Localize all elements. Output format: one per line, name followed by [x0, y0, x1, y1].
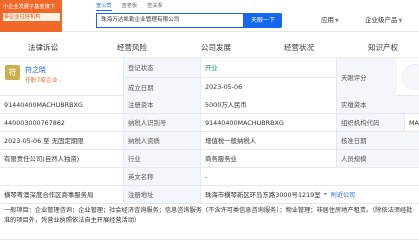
divider — [336, 58, 337, 95]
table-row: 英文名称 - — [0, 168, 419, 186]
table-row: 符 符之晓 任职7家企业 › 登记状态 开业 天眼评分 成立日期 2023-05… — [0, 58, 419, 96]
divider — [123, 186, 124, 203]
legal-rep-companies-link[interactable]: 任职7家企业 › — [25, 75, 61, 84]
nav-enterprise-products[interactable]: 企业级产品▼ — [365, 13, 402, 29]
established-value: 2023-05-06 — [201, 77, 336, 96]
divider — [200, 114, 201, 131]
table-row: 440003000767862 纳税人识别号 91440400MACHUBRBX… — [0, 114, 419, 132]
chevron-down-icon: ▼ — [398, 18, 403, 24]
business-scope-value: 一般项目：企业管理咨询；企业管理；社会经济咨询服务；信息咨询服务（不含许可类信息… — [4, 207, 413, 224]
chevron-right-icon: › — [57, 78, 62, 84]
approve-date-label: 核准日期 — [337, 132, 419, 149]
tab-risk[interactable]: 经营风险 — [117, 38, 147, 58]
divider — [123, 114, 124, 131]
promo-banner[interactable]: 小企业发展子基金旗下 事企业征信机构 — [0, 0, 62, 32]
search-tab-relation[interactable]: 查关系 — [147, 2, 163, 11]
legal-rep-companies-text: 任职7家企业 — [25, 78, 58, 84]
location-pin-icon[interactable]: ⌖ — [324, 191, 327, 199]
company-type-value: 有限责任公司(自然人独资) — [0, 150, 123, 167]
avatar: 符 — [5, 65, 20, 80]
divider — [123, 150, 124, 167]
taxpayer-qual-value: 增值税一般纳税人 — [201, 132, 336, 149]
divider — [200, 186, 201, 203]
tab-development[interactable]: 公司发展 — [201, 38, 231, 58]
section-tabs: 法律诉讼 经营风险 公司发展 经营状况 知识产权 — [0, 38, 419, 58]
taxpayer-id-label: 纳税人识别号 — [124, 114, 200, 131]
business-term-value: 2023-05-06 至 无固定期限 — [0, 132, 123, 149]
status-label: 登记状态 — [124, 58, 200, 77]
table-row: 横琴粤澳深度合作区商事服务局 注册地址 珠海市横琴新区环岛东路3000号1219… — [0, 186, 419, 204]
credit-code-value: 91440400MACHUBRBXG — [0, 96, 123, 113]
divider — [336, 132, 337, 149]
search-type-tabs: 查公司 查老板 查关系 — [96, 2, 163, 11]
divider — [200, 150, 201, 167]
org-code-label: 组织机构代码 — [337, 114, 404, 131]
tab-ip[interactable]: 知识产权 — [368, 38, 398, 58]
en-name-value: - — [201, 168, 419, 185]
industry-label: 行业 — [124, 150, 200, 167]
tab-legal[interactable]: 法律诉讼 — [28, 38, 58, 58]
divider — [404, 114, 405, 131]
taxpayer-qual-label: 纳税人资质 — [124, 132, 200, 149]
rating-label: 天眼评分 — [337, 58, 397, 96]
divider — [336, 150, 337, 167]
nav-apps-label: 应用 — [321, 16, 334, 24]
divider — [123, 168, 124, 185]
address-label: 注册地址 — [124, 186, 200, 203]
divider — [200, 132, 201, 149]
chevron-down-icon: ▼ — [335, 18, 339, 24]
search-tab-company[interactable]: 查公司 — [96, 2, 112, 11]
table-row: 有限责任公司(自然人独资) 行业 商务服务业 人员规模 — [0, 150, 419, 168]
address-cell: 珠海市横琴新区环岛东路3000号1219室 ⌖ 附近公司 — [201, 186, 419, 203]
reg-capital-label: 注册资本 — [124, 96, 200, 113]
paid-capital-label: 实缴资本 — [337, 96, 419, 113]
divider — [200, 168, 201, 185]
legal-rep-name[interactable]: 符之晓 — [25, 65, 46, 75]
banner-line-1: 小企业发展子基金旗下 — [3, 4, 55, 10]
search-input[interactable]: 珠海万达凯勒企业管理有限公司 — [96, 13, 244, 28]
legal-rep-card: 符 符之晓 任职7家企业 › — [0, 58, 123, 96]
org-code-value: MA — [405, 114, 419, 131]
taxpayer-id-value: 91440400MACHUBRBXG — [201, 114, 336, 131]
reg-no-value: 440003000767862 — [0, 114, 123, 131]
top-header: 小企业发展子基金旗下 事企业征信机构 查公司 查老板 查关系 珠海万达凯勒企业管… — [0, 0, 419, 32]
divider — [200, 58, 201, 95]
search-tab-boss[interactable]: 查老板 — [122, 2, 138, 11]
divider — [123, 132, 124, 149]
divider — [336, 96, 337, 113]
nav-enterprise-label: 企业级产品 — [365, 16, 398, 24]
address-value: 珠海市横琴新区环岛东路3000号1219室 — [205, 191, 321, 199]
table-row: 一般项目：企业管理咨询；企业管理；社会经济咨询服务；信息咨询服务（不含许可类信息… — [0, 204, 419, 240]
tab-operations[interactable]: 经营状况 — [284, 38, 314, 58]
divider — [200, 96, 201, 113]
industry-value: 商务服务业 — [201, 150, 336, 167]
nearby-companies-link[interactable]: 附近公司 — [331, 190, 355, 199]
reg-capital-value: 5000万人民币 — [201, 96, 336, 113]
divider — [336, 114, 337, 131]
nav-apps[interactable]: 应用▼ — [321, 13, 339, 29]
rating-badge-icon — [402, 64, 419, 90]
table-row: 91440400MACHUBRBXG 注册资本 5000万人民币 实缴资本 — [0, 96, 419, 114]
divider — [123, 96, 124, 113]
blank-cell — [0, 168, 123, 185]
established-label: 成立日期 — [124, 77, 200, 96]
reg-authority-value: 横琴粤澳深度合作区商事服务局 — [0, 186, 123, 203]
en-name-label: 英文名称 — [124, 168, 200, 185]
status-value: 开业 — [201, 58, 336, 77]
search-button[interactable]: 天眼一下 — [244, 13, 282, 28]
banner-line-2: 事企业征信机构 — [3, 13, 60, 21]
table-row: 2023-05-06 至 无固定期限 纳税人资质 增值税一般纳税人 核准日期 — [0, 132, 419, 150]
staff-size-label: 人员规模 — [337, 150, 419, 167]
